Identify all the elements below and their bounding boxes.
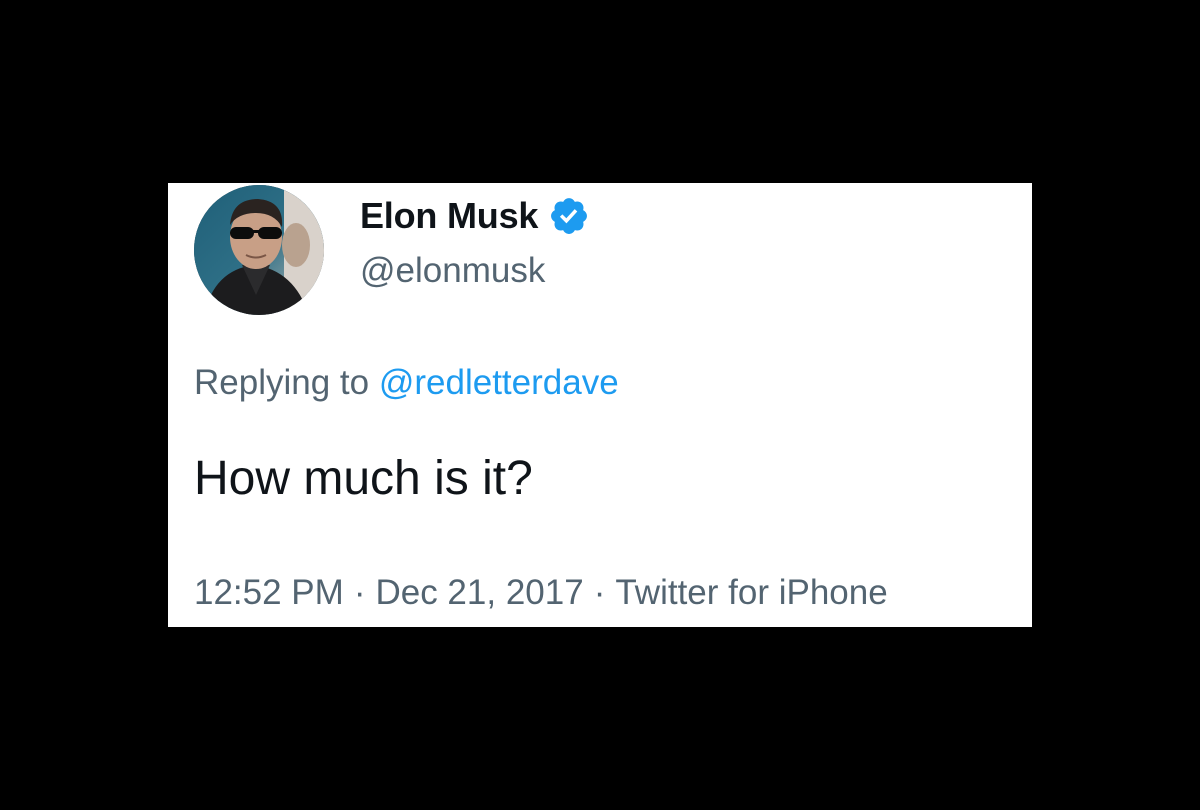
replying-to-label: Replying to — [194, 363, 370, 402]
avatar-photo-icon — [194, 185, 324, 315]
tweet-metadata: 12:52 PM · Dec 21, 2017 · Twitter for iPhone — [194, 573, 888, 613]
verified-badge-icon — [548, 195, 590, 237]
replying-to-handle-link[interactable]: @redletterdave — [379, 363, 619, 402]
tweet-time[interactable]: 12:52 PM — [194, 573, 344, 612]
replying-to-line: Replying to @redletterdave — [194, 363, 619, 403]
tweet-text: How much is it? — [194, 452, 533, 505]
author-handle[interactable]: @elonmusk — [360, 251, 545, 291]
separator-dot: · — [353, 573, 366, 612]
author-avatar[interactable] — [194, 185, 324, 315]
separator-dot: · — [593, 573, 606, 612]
tweet-source[interactable]: Twitter for iPhone — [615, 573, 887, 612]
author-name-row[interactable]: Elon Musk — [360, 195, 590, 237]
tweet-date[interactable]: Dec 21, 2017 — [375, 573, 583, 612]
author-display-name[interactable]: Elon Musk — [360, 195, 538, 237]
screen-background: Elon Musk @elonmusk Replying to @redlett… — [0, 0, 1200, 810]
tweet-card: Elon Musk @elonmusk Replying to @redlett… — [168, 183, 1032, 627]
